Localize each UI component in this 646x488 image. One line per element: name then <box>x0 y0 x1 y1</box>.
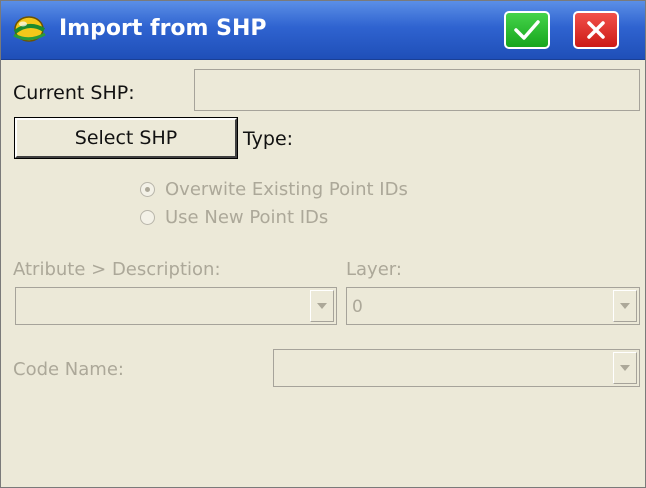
layer-value: 0 <box>352 297 363 317</box>
select-shp-button[interactable]: Select SHP <box>14 117 238 159</box>
radio-overwrite-option[interactable]: Overwite Existing Point IDs <box>140 179 408 200</box>
checkmark-icon <box>513 18 541 42</box>
radio-new-option[interactable]: Use New Point IDs <box>140 207 328 228</box>
code-name-dropdown[interactable] <box>273 349 640 387</box>
chevron-down-icon[interactable] <box>310 290 334 322</box>
radio-button-selected[interactable] <box>140 182 155 197</box>
layer-label: Layer: <box>346 259 402 280</box>
close-button[interactable] <box>573 11 619 49</box>
type-label: Type: <box>243 128 294 150</box>
current-shp-label: Current SHP: <box>13 82 135 104</box>
dialog-window: Import from SHP Current SHP: Select SHP … <box>0 0 646 488</box>
radio-overwrite-label: Overwite Existing Point IDs <box>165 179 408 200</box>
radio-new-label: Use New Point IDs <box>165 207 329 228</box>
code-name-label: Code Name: <box>13 359 124 380</box>
layer-dropdown[interactable]: 0 <box>346 287 640 325</box>
attribute-label: Atribute > Description: <box>13 259 221 280</box>
surveyor-helmet-icon <box>11 13 47 47</box>
radio-button-unselected[interactable] <box>140 210 155 225</box>
current-shp-field <box>194 69 640 111</box>
attribute-dropdown[interactable] <box>15 287 337 325</box>
title-bar: Import from SHP <box>1 1 645 60</box>
ok-button[interactable] <box>504 11 550 49</box>
chevron-down-icon[interactable] <box>613 290 637 322</box>
chevron-down-icon[interactable] <box>613 352 637 384</box>
close-x-icon <box>585 19 607 41</box>
window-title: Import from SHP <box>59 16 267 41</box>
